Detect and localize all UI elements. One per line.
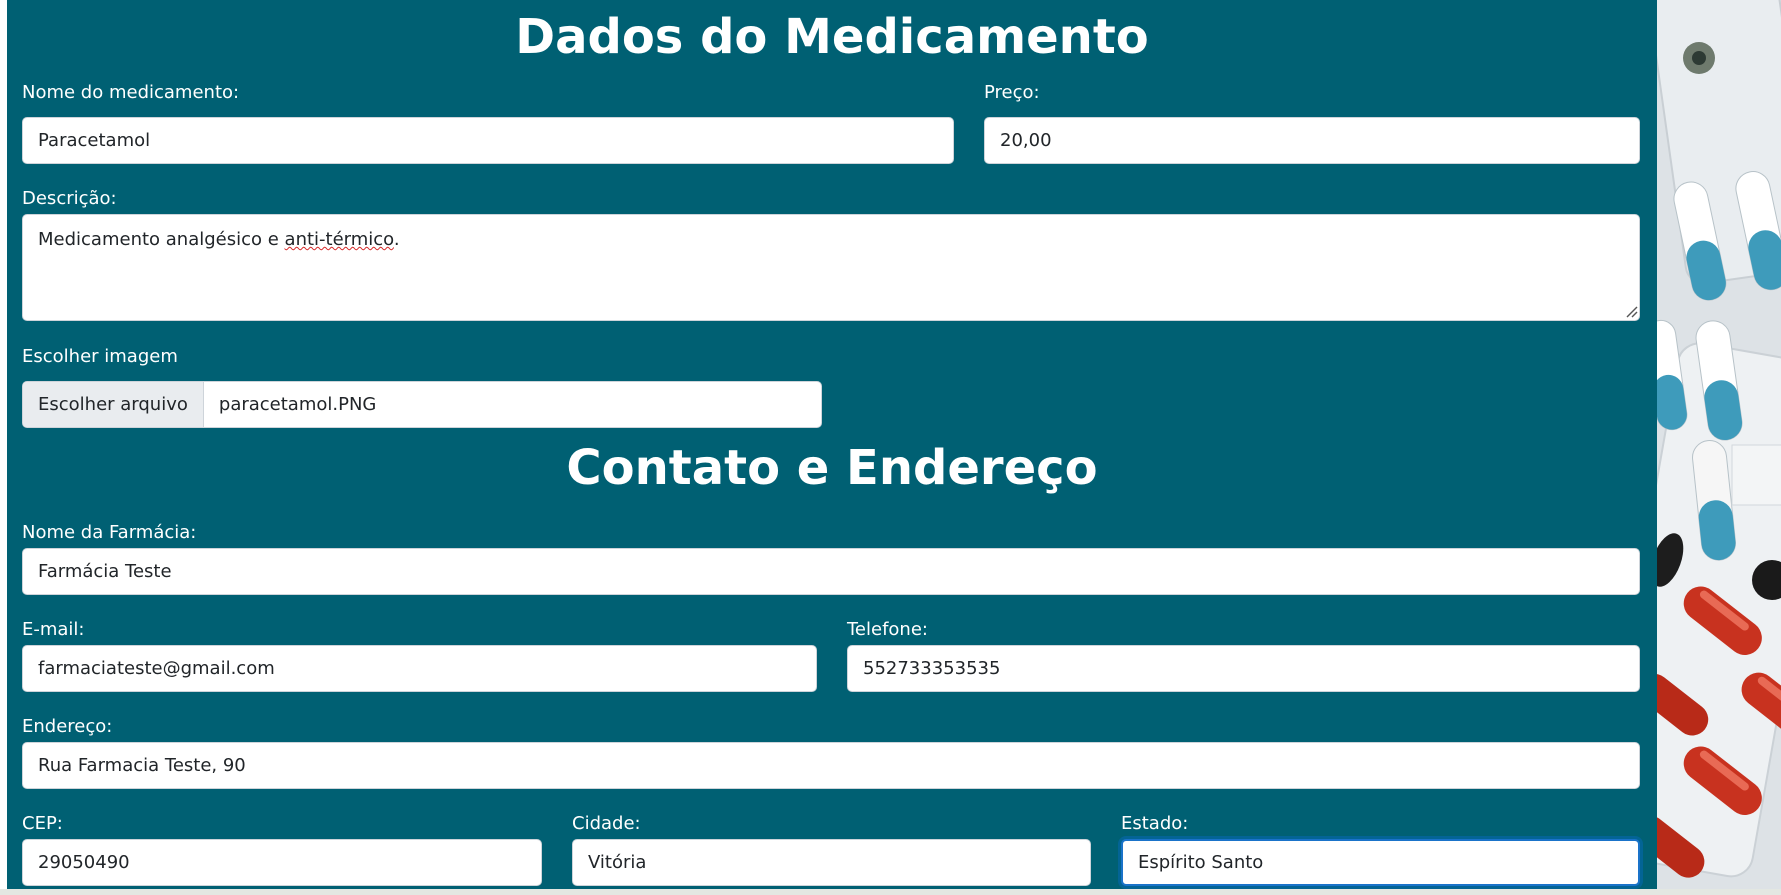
medication-name-input[interactable] (22, 117, 954, 164)
description-textarea[interactable]: Medicamento analgésico e anti-térmico. (22, 214, 1640, 321)
description-text-end: . (393, 229, 400, 250)
email-label: E-mail: (22, 619, 85, 640)
address-input[interactable] (22, 742, 1640, 789)
description-text-start: Medicamento analgésico e (38, 229, 285, 250)
pharmacy-name-input[interactable] (22, 548, 1640, 595)
cep-label: CEP: (22, 813, 63, 834)
selected-file-name: paracetamol.PNG (218, 394, 377, 415)
bottom-edge-strip (0, 889, 1781, 895)
image-label: Escolher imagem (22, 346, 178, 367)
medication-section-title: Dados do Medicamento (515, 9, 1149, 65)
choose-file-button[interactable]: Escolher arquivo (23, 382, 204, 427)
state-input[interactable] (1121, 839, 1640, 886)
pill-blister-image (1657, 0, 1781, 895)
city-label: Cidade: (572, 813, 641, 834)
cep-input[interactable] (22, 839, 542, 886)
price-input[interactable] (984, 117, 1640, 164)
medication-name-label: Nome do medicamento: (22, 82, 240, 103)
description-label: Descrição: (22, 188, 117, 209)
image-file-input[interactable]: Escolher arquivo paracetamol.PNG (22, 381, 822, 428)
email-input[interactable] (22, 645, 817, 692)
description-spelling-flag: anti-térmico (284, 229, 394, 250)
state-label: Estado: (1121, 813, 1189, 834)
address-label: Endereço: (22, 716, 113, 737)
phone-label: Telefone: (847, 619, 928, 640)
phone-input[interactable] (847, 645, 1640, 692)
city-input[interactable] (572, 839, 1091, 886)
price-label: Preço: (984, 82, 1040, 103)
page: Dados do Medicamento Nome do medicamento… (0, 0, 1781, 895)
contact-section-title: Contato e Endereço (566, 440, 1098, 496)
pills-illustration (1657, 0, 1781, 895)
pharmacy-name-label: Nome da Farmácia: (22, 522, 197, 543)
medication-form-panel: Dados do Medicamento Nome do medicamento… (7, 0, 1657, 895)
